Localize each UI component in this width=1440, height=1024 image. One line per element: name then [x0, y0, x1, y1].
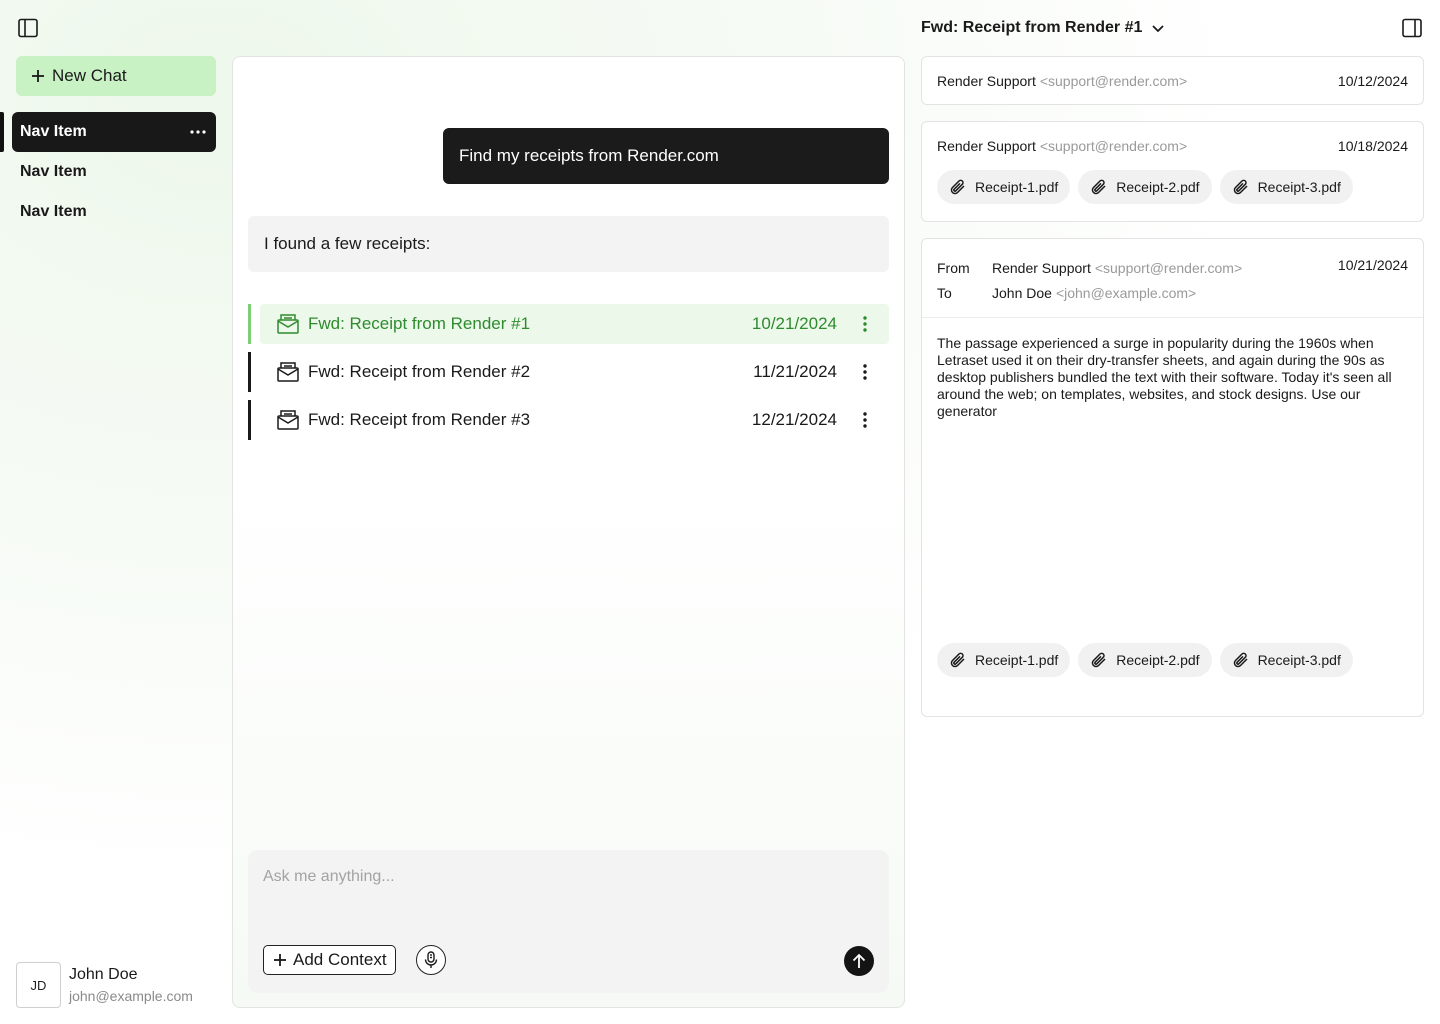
add-context-label: Add Context: [293, 950, 387, 969]
paperclip-icon: [950, 179, 965, 195]
user-profile[interactable]: JD John Doe john@example.com: [16, 962, 193, 1008]
attachment-name: Receipt-2.pdf: [1116, 652, 1200, 668]
new-chat-button[interactable]: New Chat: [16, 56, 216, 96]
composer: Add Context: [248, 850, 889, 993]
receipt-row[interactable]: Fwd: Receipt from Render #3 12/21/2024: [248, 400, 889, 440]
paperclip-icon: [1092, 179, 1106, 195]
sender-email: <support@render.com>: [1094, 259, 1243, 276]
email-date: 10/18/2024: [1337, 138, 1408, 154]
nav-item[interactable]: Nav Item: [0, 112, 216, 152]
chat-panel: Find my receipts from Render.com I found…: [232, 56, 905, 1008]
receipt-row[interactable]: Fwd: Receipt from Render #2 11/21/2024: [248, 352, 889, 392]
email-meta: From Render Support <support@render.com> …: [922, 239, 1423, 305]
receipt-date: 10/21/2024: [751, 314, 837, 333]
attachment-chip[interactable]: Receipt-1.pdf: [937, 170, 1071, 204]
email-body: The passage experienced a surge in popul…: [937, 335, 1392, 419]
receipt-title: Fwd: Receipt from Render #1: [308, 314, 531, 333]
right-panel-toggle-icon[interactable]: [1400, 16, 1424, 40]
plus-icon: [274, 954, 286, 966]
attachment-chip[interactable]: Receipt-2.pdf: [1078, 170, 1212, 204]
user-message: Find my receipts from Render.com: [443, 128, 889, 184]
email-card[interactable]: Render Support <support@render.com> 10/18…: [921, 121, 1424, 222]
chevron-down-icon: [1152, 25, 1165, 33]
paperclip-icon: [1233, 179, 1248, 195]
sender-name: Render Support: [992, 259, 1091, 276]
receipt-list: Fwd: Receipt from Render #1 10/21/2024 F…: [248, 304, 889, 448]
mail-open-icon: [277, 362, 299, 382]
paperclip-icon: [950, 652, 965, 668]
nav-item[interactable]: Nav Item: [12, 152, 216, 192]
sender-name: Render Support: [937, 138, 1036, 154]
user-email: john@example.com: [69, 988, 193, 1004]
microphone-button[interactable]: [416, 945, 446, 975]
email-thread-title: Fwd: Receipt from Render #1: [921, 19, 1143, 36]
sender-email: <support@render.com>: [1039, 138, 1188, 154]
receipt-date: 11/21/2024: [753, 362, 837, 381]
new-chat-label: New Chat: [52, 66, 127, 85]
sender-name: Render Support: [937, 72, 1036, 89]
more-vertical-icon[interactable]: [855, 312, 875, 336]
from-label: From: [937, 259, 970, 276]
paperclip-icon: [1233, 652, 1248, 668]
plus-icon: [32, 70, 44, 82]
attachment-chip[interactable]: Receipt-3.pdf: [1219, 170, 1353, 204]
assistant-message: I found a few receipts:: [248, 216, 889, 272]
more-horizontal-icon[interactable]: [190, 124, 206, 140]
email-card[interactable]: Render Support <support@render.com> 10/12…: [921, 56, 1424, 105]
send-button[interactable]: [844, 946, 874, 976]
nav-list: Nav Item Nav Item Nav Item: [0, 112, 232, 232]
email-thread-title-dropdown[interactable]: Fwd: Receipt from Render #1: [921, 16, 1166, 40]
avatar: JD: [16, 962, 61, 1008]
email-card-expanded: From Render Support <support@render.com> …: [921, 238, 1424, 717]
to-label: To: [937, 284, 952, 301]
recipient-email: <john@example.com>: [1055, 284, 1197, 301]
receipt-row[interactable]: Fwd: Receipt from Render #1 10/21/2024: [248, 304, 889, 344]
attachment-list: Receipt-1.pdf Receipt-2.pdf Receipt-3.pd…: [922, 643, 1423, 677]
nav-item-label: Nav Item: [20, 163, 87, 180]
attachment-name: Receipt-3.pdf: [1257, 652, 1341, 668]
receipt-date: 12/21/2024: [751, 410, 837, 429]
add-context-button[interactable]: Add Context: [263, 945, 396, 975]
attachment-chip[interactable]: Receipt-2.pdf: [1078, 643, 1212, 677]
more-vertical-icon[interactable]: [855, 408, 875, 432]
nav-item[interactable]: Nav Item: [12, 192, 216, 232]
user-name: John Doe: [69, 966, 138, 983]
nav-item-label: Nav Item: [20, 203, 87, 220]
mail-open-icon: [277, 314, 299, 334]
arrow-up-icon: [852, 953, 866, 968]
microphone-icon: [424, 951, 438, 968]
sender-email: <support@render.com>: [1039, 72, 1188, 89]
mail-open-icon: [277, 410, 299, 430]
paperclip-icon: [1092, 652, 1106, 668]
attachment-name: Receipt-2.pdf: [1116, 179, 1200, 195]
more-vertical-icon[interactable]: [855, 360, 875, 384]
chat-input[interactable]: [263, 868, 863, 886]
attachment-name: Receipt-1.pdf: [975, 652, 1059, 668]
email-date: 10/21/2024: [1337, 257, 1408, 273]
email-date: 10/12/2024: [1337, 72, 1408, 89]
attachment-list: Receipt-1.pdf Receipt-2.pdf Receipt-3.pd…: [922, 170, 1423, 204]
attachment-chip[interactable]: Receipt-3.pdf: [1219, 643, 1353, 677]
attachment-chip[interactable]: Receipt-1.pdf: [937, 643, 1071, 677]
attachment-name: Receipt-3.pdf: [1257, 179, 1341, 195]
receipt-title: Fwd: Receipt from Render #2: [308, 362, 531, 381]
receipt-title: Fwd: Receipt from Render #3: [308, 410, 531, 429]
sidebar: New Chat Nav Item Nav Item Nav Item JD J…: [0, 0, 232, 1024]
recipient-name: John Doe: [992, 284, 1052, 301]
nav-item-label: Nav Item: [20, 123, 87, 140]
attachment-name: Receipt-1.pdf: [975, 179, 1059, 195]
